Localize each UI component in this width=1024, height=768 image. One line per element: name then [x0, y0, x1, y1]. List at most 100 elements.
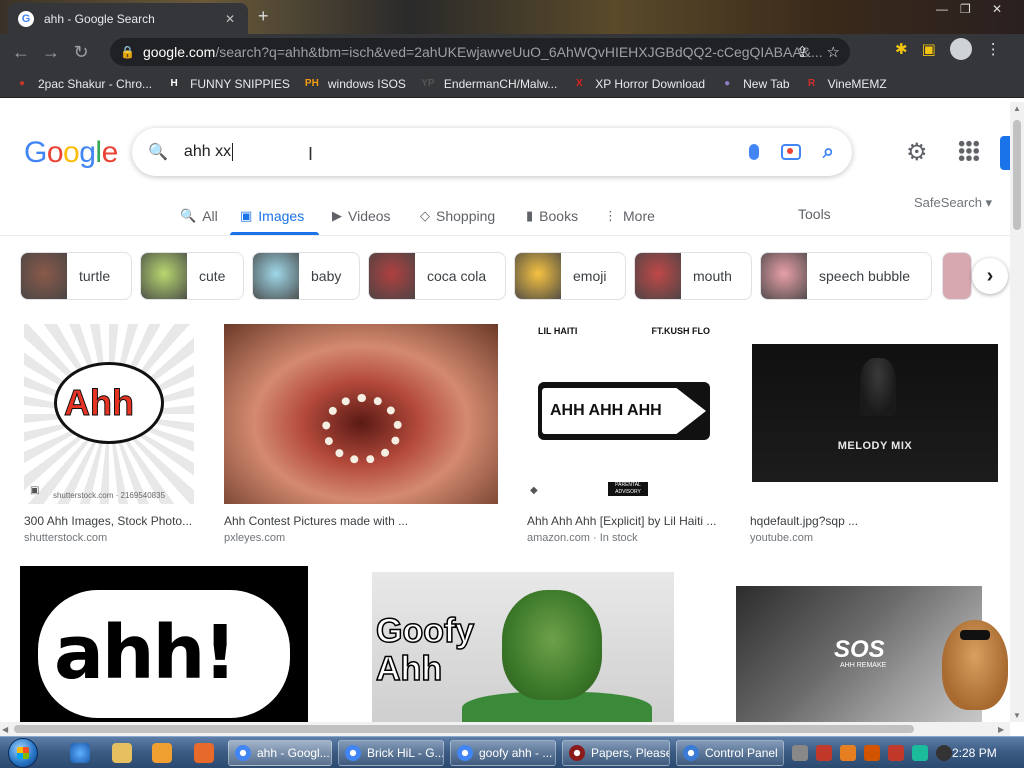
scroll-thumb[interactable] — [1013, 120, 1021, 230]
back-icon[interactable]: ← — [6, 42, 36, 63]
related-search-chip[interactable]: speech bubble — [760, 252, 932, 300]
scroll-thumb[interactable] — [14, 725, 914, 733]
tab-books[interactable]: ▮ Books — [526, 202, 578, 230]
tab-shopping[interactable]: ◇ Shopping — [420, 202, 495, 230]
tab-all[interactable]: 🔍 All — [180, 202, 218, 230]
result-thumbnail[interactable] — [224, 324, 498, 504]
side-panel-icon[interactable]: ▣ — [922, 40, 936, 58]
tab-more[interactable]: ⋮ More — [604, 202, 655, 230]
bookmark-star-icon[interactable]: ☆ — [827, 43, 840, 61]
teeth-shape — [322, 394, 402, 464]
result-source[interactable]: youtube.com — [750, 532, 813, 544]
result-source[interactable]: shutterstock.com — [24, 532, 107, 544]
bookmark-item[interactable]: ● New Tab — [719, 76, 790, 92]
bookmark-item[interactable]: ● 2pac Shakur - Chro... — [14, 76, 152, 92]
profile-avatar-icon[interactable] — [949, 38, 972, 60]
reload-icon[interactable]: ↻ — [66, 42, 96, 63]
bookmark-item[interactable]: H FUNNY SNIPPIES — [166, 76, 290, 92]
result-thumbnail[interactable]: LIL HAITI FT.KUSH FLO AHH AHH AHH PARENT… — [524, 324, 724, 504]
related-search-chip[interactable]: baby — [252, 252, 360, 300]
google-apps-icon[interactable] — [958, 140, 980, 162]
related-search-chip[interactable]: mouth — [634, 252, 752, 300]
new-tab-icon[interactable]: + — [258, 6, 269, 27]
one-way-sign: AHH AHH AHH — [538, 382, 710, 440]
media-player-icon[interactable] — [152, 743, 172, 763]
related-search-chip[interactable]: emoji — [514, 252, 626, 300]
bookmark-item[interactable]: YP EndermanCH/Malw... — [420, 76, 557, 92]
microphone-icon[interactable] — [748, 144, 759, 160]
taskbar-window-button[interactable]: goofy ahh - ... — [450, 740, 556, 766]
window-close-icon[interactable]: ✕ — [992, 2, 1002, 16]
vertical-scrollbar[interactable]: ▲ ▼ — [1010, 102, 1024, 722]
person-silhouette — [860, 358, 896, 416]
scroll-right-icon[interactable]: ▶ — [998, 725, 1004, 734]
taskbar-window-button[interactable]: Control Panel — [676, 740, 784, 766]
result-caption[interactable]: Ahh Ahh Ahh [Explicit] by Lil Haiti ... — [527, 514, 716, 528]
result-thumbnail[interactable]: Ahh shutterstock.com · 2169540835 ▣ — [24, 324, 194, 504]
sign-in-button[interactable] — [1000, 136, 1010, 170]
settings-gear-icon[interactable]: ⚙ — [906, 138, 928, 167]
search-box[interactable]: 🔍 ahh xx ⌕ — [132, 128, 852, 176]
chevron-right-icon[interactable]: › — [972, 258, 1008, 294]
taskbar-window-button[interactable]: Papers, Please — [562, 740, 670, 766]
restore-icon[interactable]: ❐ — [960, 2, 971, 16]
scroll-down-icon[interactable]: ▼ — [1013, 711, 1021, 720]
result-thumbnail[interactable]: ahh! — [20, 566, 308, 722]
result-caption[interactable]: hqdefault.jpg?sqp ... — [750, 514, 858, 528]
tray-app-icon[interactable] — [888, 745, 904, 761]
result-caption[interactable]: 300 Ahh Images, Stock Photo... — [24, 514, 192, 528]
app-launcher-icon[interactable] — [194, 743, 214, 763]
scroll-left-icon[interactable]: ◀ — [2, 725, 8, 734]
horizontal-scrollbar[interactable]: ◀ ▶ — [0, 722, 1010, 736]
chip-partial[interactable] — [942, 252, 972, 300]
related-search-chip[interactable]: turtle — [20, 252, 132, 300]
app-icon — [235, 745, 251, 761]
bookmark-label: FUNNY SNIPPIES — [190, 76, 290, 91]
internet-explorer-icon[interactable] — [70, 743, 90, 763]
flag-icon[interactable] — [864, 745, 880, 761]
tray-app-icon[interactable] — [816, 745, 832, 761]
minimize-icon[interactable]: — — [936, 2, 948, 16]
start-button[interactable] — [8, 738, 38, 768]
scroll-up-icon[interactable]: ▲ — [1013, 104, 1021, 113]
result-thumbnail[interactable]: Goofy Ahh — [372, 572, 674, 722]
taskbar-window-button[interactable]: Brick HiL - G... — [338, 740, 444, 766]
clock[interactable]: 2:28 PM — [952, 746, 997, 760]
search-submit-icon[interactable]: ⌕ — [823, 141, 834, 164]
tab-images[interactable]: ▣ Images — [240, 202, 304, 230]
menu-kebab-icon[interactable]: ⋮ — [986, 40, 1001, 58]
google-favicon-icon: G — [18, 10, 34, 27]
tray-app-icon[interactable] — [792, 745, 808, 761]
close-icon[interactable]: ✕ — [222, 12, 238, 26]
share-icon[interactable]: ⇪ — [796, 43, 809, 61]
forward-icon[interactable]: → — [36, 42, 66, 63]
result-source[interactable]: pxleyes.com — [224, 532, 285, 544]
lens-camera-icon[interactable] — [780, 144, 801, 160]
result-caption[interactable]: Ahh Contest Pictures made with ... — [224, 514, 408, 528]
browser-tab-active[interactable]: G ahh - Google Search ✕ — [8, 3, 248, 34]
result-source[interactable]: amazon.com · In stock — [527, 532, 638, 544]
bookmark-item[interactable]: X XP Horror Download — [571, 76, 705, 92]
logo-letter: e — [101, 136, 119, 169]
safesearch-dropdown[interactable]: SafeSearch ▾ — [914, 195, 992, 211]
related-search-chip[interactable]: coca cola — [368, 252, 506, 300]
extension-area: ✱ ▣ ⋮ — [895, 38, 1001, 60]
tray-app-icon[interactable] — [840, 745, 856, 761]
volume-icon[interactable] — [936, 745, 952, 761]
bookmark-item[interactable]: PH windows ISOS — [304, 76, 406, 92]
chip-label: speech bubble — [819, 268, 911, 284]
taskbar-window-button[interactable]: ahh - Googl... — [228, 740, 332, 766]
tab-videos[interactable]: ▶ Videos — [332, 202, 391, 230]
related-search-chip[interactable]: cute — [140, 252, 244, 300]
explorer-folder-icon[interactable] — [112, 743, 132, 763]
google-logo[interactable]: Google — [24, 136, 118, 170]
address-bar[interactable]: 🔒 google.com /search?q=ahh&tbm=isch&ved=… — [110, 38, 850, 66]
result-thumbnail[interactable]: MELODY MIX — [752, 344, 998, 482]
chip-label: coca cola — [427, 268, 487, 284]
search-input[interactable]: ahh xx — [184, 142, 234, 161]
bookmark-favicon-icon: PH — [304, 78, 319, 89]
tools-button[interactable]: Tools — [798, 206, 831, 222]
network-icon[interactable] — [912, 745, 928, 761]
extensions-puzzle-icon[interactable]: ✱ — [895, 40, 908, 58]
bookmark-item[interactable]: R VineMEMZ — [804, 76, 887, 92]
